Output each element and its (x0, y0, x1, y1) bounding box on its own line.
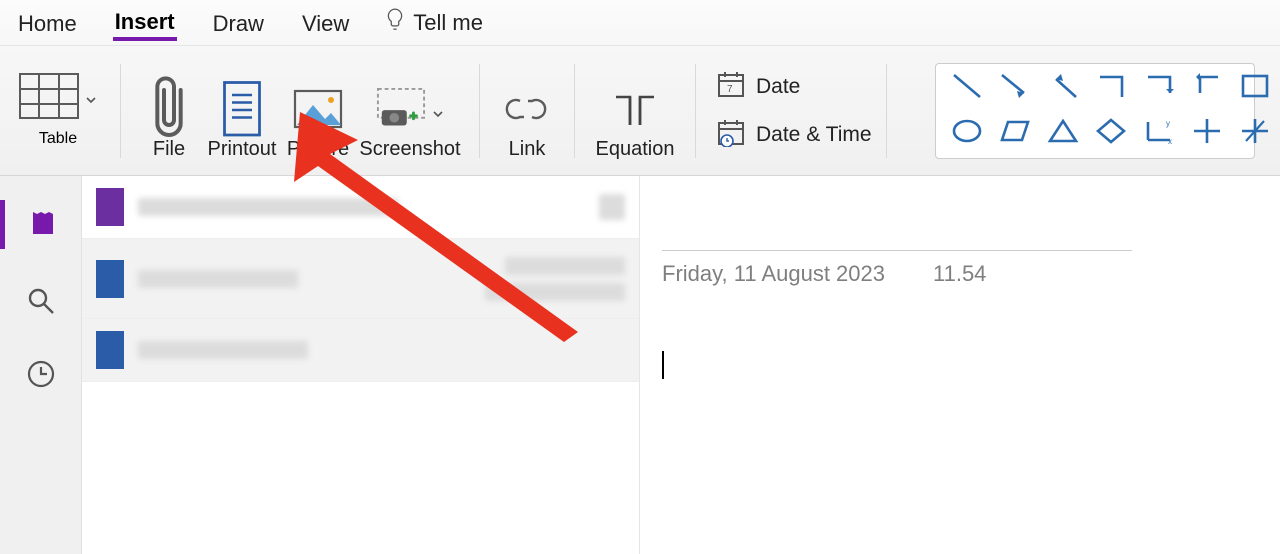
workspace: Friday, 11 August 2023 11.54 (0, 176, 1280, 554)
printout-button[interactable]: Printout (203, 61, 281, 161)
nav-recent[interactable] (25, 358, 57, 395)
picture-label: Picture (287, 138, 349, 161)
date-button[interactable]: 7 Date (716, 69, 872, 105)
shape-3d-axes-icon[interactable] (1238, 116, 1272, 151)
shape-2d-axes-icon[interactable] (1190, 116, 1224, 151)
notebooks-icon (27, 206, 59, 243)
picture-icon (293, 86, 343, 132)
paperclip-icon (144, 86, 194, 132)
list-item[interactable] (82, 319, 639, 382)
tab-home[interactable]: Home (16, 7, 79, 39)
equation-label: Equation (596, 138, 675, 161)
shape-xy-axis-icon[interactable]: yx (1142, 116, 1176, 151)
section-color-swatch (96, 260, 124, 298)
shape-arrow-dr-icon[interactable] (998, 71, 1032, 106)
redacted-text (485, 283, 625, 301)
ribbon-separator (120, 64, 121, 158)
table-button[interactable]: Table (10, 73, 106, 148)
date-label: Date (756, 75, 800, 99)
picture-button[interactable]: Picture (281, 61, 355, 161)
equation-button[interactable]: Equation (589, 61, 681, 161)
svg-text:7: 7 (727, 84, 733, 95)
screenshot-icon (376, 86, 426, 132)
redacted-text (599, 194, 625, 220)
ribbon-separator (886, 64, 887, 158)
section-color-swatch (96, 188, 124, 226)
shape-triangle-icon[interactable] (1046, 116, 1080, 151)
printout-icon (217, 86, 267, 132)
equation-icon (610, 86, 660, 132)
nav-sidebar (0, 176, 82, 554)
table-icon (19, 73, 79, 124)
file-label: File (153, 138, 185, 161)
list-item[interactable] (82, 176, 639, 239)
chevron-down-icon[interactable] (432, 103, 444, 115)
text-cursor (662, 351, 664, 379)
tell-me-label: Tell me (413, 10, 483, 36)
chevron-down-icon[interactable] (85, 93, 97, 105)
screenshot-button[interactable]: Screenshot (355, 61, 465, 161)
lightbulb-icon (385, 7, 405, 39)
redacted-text (138, 270, 298, 288)
redacted-text (138, 198, 398, 216)
shape-elbow-arrow2-icon[interactable] (1190, 71, 1224, 106)
date-time-button[interactable]: Date & Time (716, 117, 872, 153)
calendar-icon: 7 (716, 69, 746, 105)
svg-text:y: y (1166, 119, 1170, 128)
nav-search[interactable] (25, 285, 57, 322)
date-time-label: Date & Time (756, 123, 872, 147)
list-item[interactable] (82, 239, 639, 319)
shape-rect-icon[interactable] (1238, 71, 1272, 106)
title-underline (662, 250, 1132, 251)
shape-line-icon[interactable] (950, 71, 984, 106)
shape-elbow-arrow-icon[interactable] (1142, 71, 1176, 106)
link-icon (502, 86, 552, 132)
screenshot-label: Screenshot (359, 138, 460, 161)
shape-arrow-ul-icon[interactable] (1046, 71, 1080, 106)
shape-elbow1-icon[interactable] (1094, 71, 1128, 106)
redacted-text (505, 257, 625, 275)
tell-me[interactable]: Tell me (385, 7, 483, 39)
link-button[interactable]: Link (494, 61, 560, 161)
redacted-text (138, 341, 308, 359)
shape-diamond-icon[interactable] (1094, 116, 1128, 151)
tab-view[interactable]: View (300, 7, 351, 39)
shapes-gallery[interactable]: yx (935, 63, 1255, 159)
page-list (82, 176, 640, 554)
note-canvas[interactable]: Friday, 11 August 2023 11.54 (640, 176, 1280, 554)
tab-draw[interactable]: Draw (211, 7, 266, 39)
ribbon-separator (479, 64, 480, 158)
tab-insert[interactable]: Insert (113, 5, 177, 41)
link-label: Link (509, 138, 546, 161)
menu-tabs: Home Insert Draw View Tell me (0, 0, 1280, 46)
ribbon-insert: Table File Printout Pictur (0, 46, 1280, 176)
clock-icon (25, 377, 57, 394)
ribbon-separator (695, 64, 696, 158)
calendar-clock-icon (716, 117, 746, 153)
shape-parallelogram-icon[interactable] (998, 116, 1032, 151)
note-date: Friday, 11 August 2023 (662, 261, 885, 287)
svg-text:x: x (1168, 137, 1172, 146)
nav-notebooks[interactable] (0, 200, 81, 249)
shape-ellipse-icon[interactable] (950, 116, 984, 151)
section-color-swatch (96, 331, 124, 369)
note-meta: Friday, 11 August 2023 11.54 (662, 261, 1258, 287)
table-label: Table (39, 130, 77, 148)
printout-label: Printout (208, 138, 277, 161)
file-button[interactable]: File (135, 61, 203, 161)
note-time: 11.54 (933, 261, 986, 287)
search-icon (25, 304, 57, 321)
ribbon-separator (574, 64, 575, 158)
